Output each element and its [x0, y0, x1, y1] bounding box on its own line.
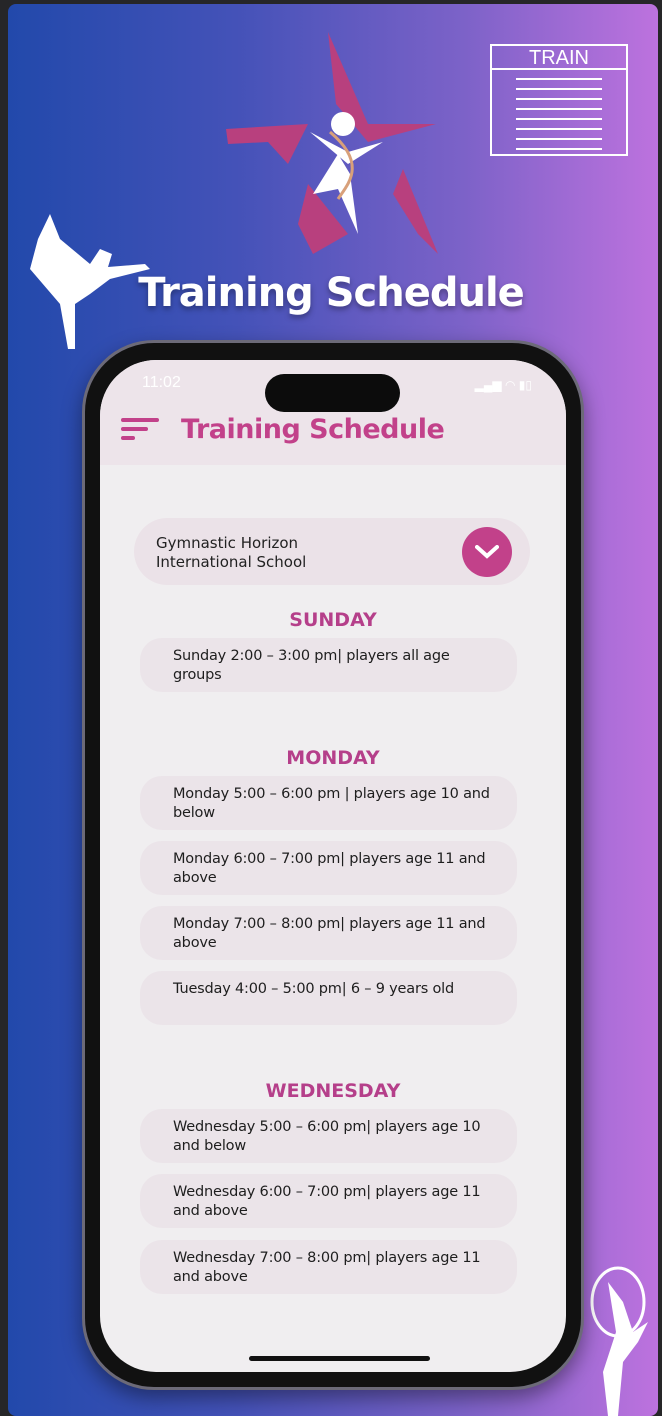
dynamic-island: [265, 374, 400, 412]
chevron-down-icon: [475, 545, 499, 559]
day-heading-monday: MONDAY: [286, 747, 380, 769]
school-select-value: Gymnastic Horizon International School: [156, 534, 307, 571]
calendar-label: TRAIN: [492, 46, 626, 70]
signal-icon: ▂▄▆: [474, 378, 502, 392]
list-item[interactable]: Monday 6:00 – 7:00 pm| players age 11 an…: [140, 841, 517, 895]
calendar-icon: TRAIN: [490, 44, 628, 156]
hero-title: Training Schedule: [138, 270, 525, 316]
day-heading-sunday: SUNDAY: [289, 609, 377, 631]
menu-icon[interactable]: [121, 418, 161, 444]
list-item[interactable]: Monday 7:00 – 8:00 pm| players age 11 an…: [140, 906, 517, 960]
wifi-icon: ◠: [504, 378, 516, 392]
list-item[interactable]: Wednesday 5:00 – 6:00 pm| players age 10…: [140, 1109, 517, 1163]
battery-icon: ▮▯: [518, 378, 532, 392]
dropdown-button[interactable]: [462, 527, 512, 577]
list-item[interactable]: Wednesday 6:00 – 7:00 pm| players age 11…: [140, 1174, 517, 1228]
app-header: 11:02 ▂▄▆ ◠ ▮▯ Training Schedule: [100, 360, 566, 465]
list-item[interactable]: Tuesday 4:00 – 5:00 pm| 6 – 9 years old: [140, 971, 517, 1025]
app-title: Training Schedule: [181, 414, 445, 445]
home-indicator[interactable]: [249, 1356, 430, 1361]
school-select[interactable]: Gymnastic Horizon International School: [134, 518, 530, 585]
phone-screen: 11:02 ▂▄▆ ◠ ▮▯ Training Schedule Gymnast…: [100, 360, 566, 1372]
gymnast-star-logo: [226, 32, 438, 254]
list-item[interactable]: Sunday 2:00 – 3:00 pm| players all age g…: [140, 638, 517, 692]
gymnast-hoop-icon: [590, 1266, 648, 1416]
list-item[interactable]: Monday 5:00 – 6:00 pm | players age 10 a…: [140, 776, 517, 830]
status-time: 11:02: [142, 374, 181, 391]
day-heading-wednesday: WEDNESDAY: [265, 1080, 401, 1102]
list-item[interactable]: Wednesday 7:00 – 8:00 pm| players age 11…: [140, 1240, 517, 1294]
